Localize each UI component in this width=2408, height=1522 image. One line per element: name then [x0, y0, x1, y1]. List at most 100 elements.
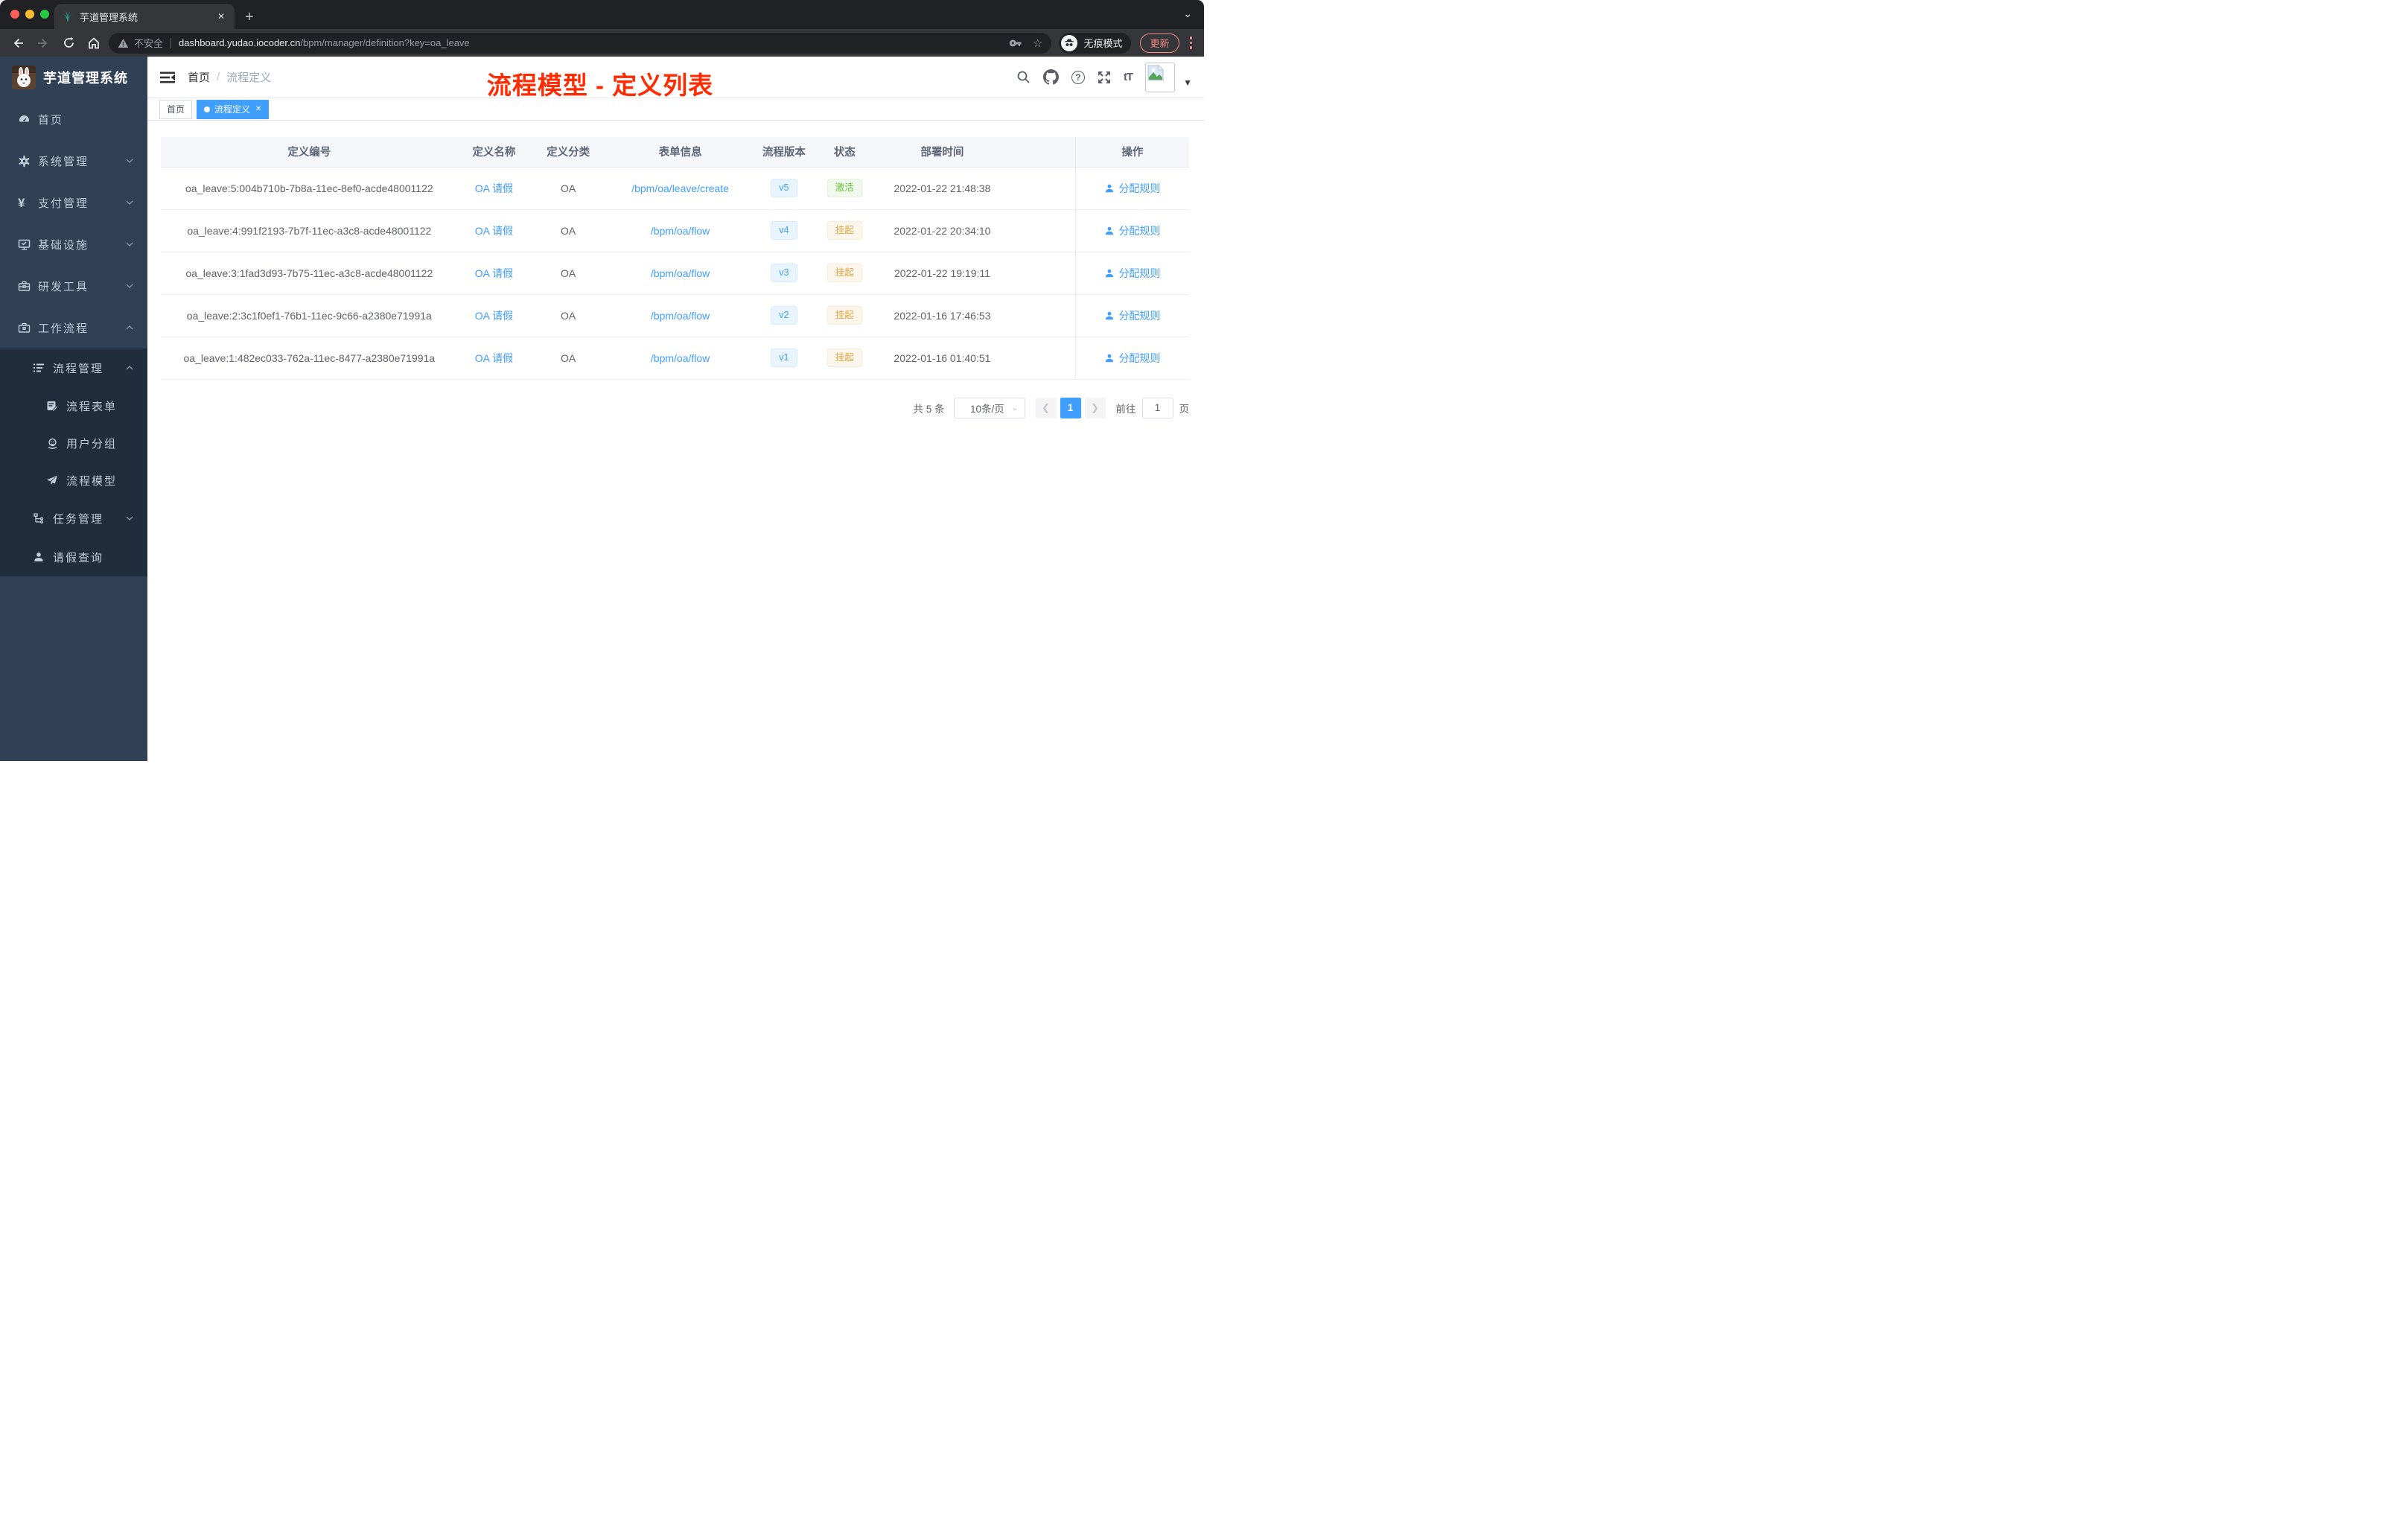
maximize-window-button[interactable] [40, 10, 49, 19]
sidebar-collapse-icon[interactable] [159, 69, 176, 86]
list-icon [33, 362, 45, 375]
col-filler [1008, 137, 1076, 168]
sidebar-item-process-form[interactable]: 流程表单 [0, 387, 147, 424]
update-button[interactable]: 更新 [1140, 33, 1179, 53]
form-link[interactable]: /bpm/oa/flow [651, 310, 710, 322]
col-form-info: 表单信息 [605, 137, 755, 168]
close-window-button[interactable] [10, 10, 19, 19]
definition-name-link[interactable]: OA 请假 [475, 267, 513, 279]
breadcrumb-home[interactable]: 首页 [188, 69, 210, 85]
font-size-icon[interactable]: tT [1124, 71, 1133, 83]
col-definition-category: 定义分类 [530, 137, 606, 168]
sidebar-item-process-mgmt[interactable]: 流程管理 [0, 348, 147, 387]
page-suffix-label: 页 [1179, 403, 1190, 415]
sidebar-item-payment[interactable]: ¥ 支付管理 [0, 182, 147, 223]
navbar-actions: ? tT ▼ [1016, 62, 1192, 92]
fullscreen-icon[interactable] [1098, 71, 1111, 84]
goto-page-input[interactable] [1141, 397, 1173, 418]
password-key-icon[interactable] [1009, 36, 1022, 50]
content-area: 定义编号 定义名称 定义分类 表单信息 流程版本 状态 部署时间 操作 oa_l… [147, 121, 1204, 761]
breadcrumb-separator: / [217, 71, 220, 83]
tab-search-caret-icon[interactable]: ⌄ [1183, 7, 1192, 20]
help-icon[interactable]: ? [1071, 70, 1085, 84]
tag-process-definition[interactable]: 流程定义 ✕ [197, 99, 270, 119]
reload-icon[interactable] [58, 33, 79, 54]
tag-home[interactable]: 首页 [159, 99, 193, 119]
current-page-button[interactable]: 1 [1060, 397, 1081, 418]
annotation-title: 流程模型 - 定义列表 [486, 71, 714, 99]
chevron-up-icon [125, 363, 134, 372]
user-menu-caret-icon[interactable]: ▼ [1183, 77, 1192, 88]
sidebar-item-home[interactable]: 首页 [0, 98, 147, 140]
github-icon[interactable] [1042, 69, 1059, 85]
sidebar-item-process-model[interactable]: 流程模型 [0, 462, 147, 499]
active-dot [204, 106, 211, 112]
form-link[interactable]: /bpm/oa/flow [651, 267, 710, 279]
home-icon[interactable] [83, 33, 104, 54]
tab-close-icon[interactable]: ✕ [215, 11, 227, 22]
col-process-version: 流程版本 [754, 137, 814, 168]
warning-icon [118, 38, 129, 48]
workflow-submenu: 流程管理 流程表单 用户分组 流程模型 任务管理 请假查询 [0, 348, 147, 576]
browser-menu-icon[interactable] [1189, 36, 1192, 49]
table-row: oa_leave:4:991f2193-7b7f-11ec-a3c8-acde4… [161, 209, 1189, 252]
chevron-up-icon [125, 323, 134, 332]
definition-id: oa_leave:2:3c1f0ef1-76b1-11ec-9c66-a2380… [161, 294, 458, 337]
sidebar-item-user-group[interactable]: 用户分组 [0, 424, 147, 462]
col-definition-name: 定义名称 [457, 137, 531, 168]
url-bar[interactable]: 不安全 dashboard.yudao.iocoder.cn/bpm/manag… [109, 32, 1052, 54]
status-tag: 挂起 [826, 264, 862, 282]
next-page-button[interactable]: ❯ [1084, 397, 1106, 418]
chevron-down-icon [125, 156, 134, 165]
status-tag: 挂起 [826, 306, 862, 325]
new-tab-button[interactable]: + [245, 10, 254, 25]
minimize-window-button[interactable] [25, 10, 34, 19]
version-tag: v4 [771, 221, 797, 240]
assign-rule-button[interactable]: 分配规则 [1104, 181, 1160, 196]
tags-view-bar: 首页 流程定义 ✕ [147, 98, 1204, 121]
definition-category: OA [530, 209, 606, 252]
sidebar-item-infra[interactable]: 基础设施 [0, 223, 147, 265]
form-link[interactable]: /bpm/oa/flow [651, 352, 710, 364]
definition-name-link[interactable]: OA 请假 [475, 352, 513, 364]
search-icon[interactable] [1016, 70, 1031, 84]
form-icon [46, 400, 59, 413]
status-tag: 挂起 [826, 221, 862, 240]
version-tag: v3 [771, 264, 797, 282]
user-avatar[interactable] [1145, 62, 1176, 92]
assign-rule-button[interactable]: 分配规则 [1104, 223, 1160, 238]
definition-id: oa_leave:5:004b710b-7b8a-11ec-8ef0-acde4… [161, 167, 458, 210]
sidebar-item-system[interactable]: 系统管理 [0, 140, 147, 182]
assign-rule-button[interactable]: 分配规则 [1104, 351, 1160, 366]
assign-rule-button[interactable]: 分配规则 [1104, 308, 1160, 323]
sidebar-item-workflow[interactable]: 工作流程 [0, 307, 147, 348]
prev-page-button[interactable]: ❮ [1035, 397, 1057, 418]
form-link[interactable]: /bpm/oa/leave/create [631, 182, 729, 194]
back-icon[interactable] [7, 33, 28, 54]
dashboard-icon [18, 113, 31, 126]
form-link[interactable]: /bpm/oa/flow [651, 225, 710, 237]
yen-icon: ¥ [18, 195, 25, 210]
toolbox-icon [18, 280, 31, 293]
sidebar-item-devtools[interactable]: 研发工具 [0, 265, 147, 307]
table-row: oa_leave:2:3c1f0ef1-76b1-11ec-9c66-a2380… [161, 294, 1189, 337]
page-size-select[interactable]: 10条/页 ⌄ [953, 397, 1025, 418]
chevron-down-icon [125, 281, 134, 290]
forward-icon[interactable] [33, 33, 54, 54]
definition-name-link[interactable]: OA 请假 [475, 182, 513, 194]
tag-close-icon[interactable]: ✕ [255, 105, 261, 113]
definition-name-link[interactable]: OA 请假 [475, 225, 513, 237]
chevron-down-icon [125, 514, 134, 523]
definition-category: OA [530, 167, 606, 210]
definition-name-link[interactable]: OA 请假 [475, 310, 513, 322]
assign-rule-button[interactable]: 分配规则 [1104, 266, 1160, 281]
bookmark-star-icon[interactable]: ☆ [1033, 36, 1042, 50]
chevron-down-icon [125, 240, 134, 249]
security-label[interactable]: 不安全 [134, 36, 163, 50]
browser-tab[interactable]: 芋道管理系统 ✕ [54, 4, 235, 29]
sidebar-logo[interactable]: 芋道管理系统 [0, 57, 147, 98]
sidebar-item-leave-query[interactable]: 请假查询 [0, 538, 147, 576]
paper-plane-icon [46, 474, 59, 487]
url-domain: dashboard.yudao.iocoder.cn [179, 37, 301, 48]
sidebar-item-task-mgmt[interactable]: 任务管理 [0, 499, 147, 538]
